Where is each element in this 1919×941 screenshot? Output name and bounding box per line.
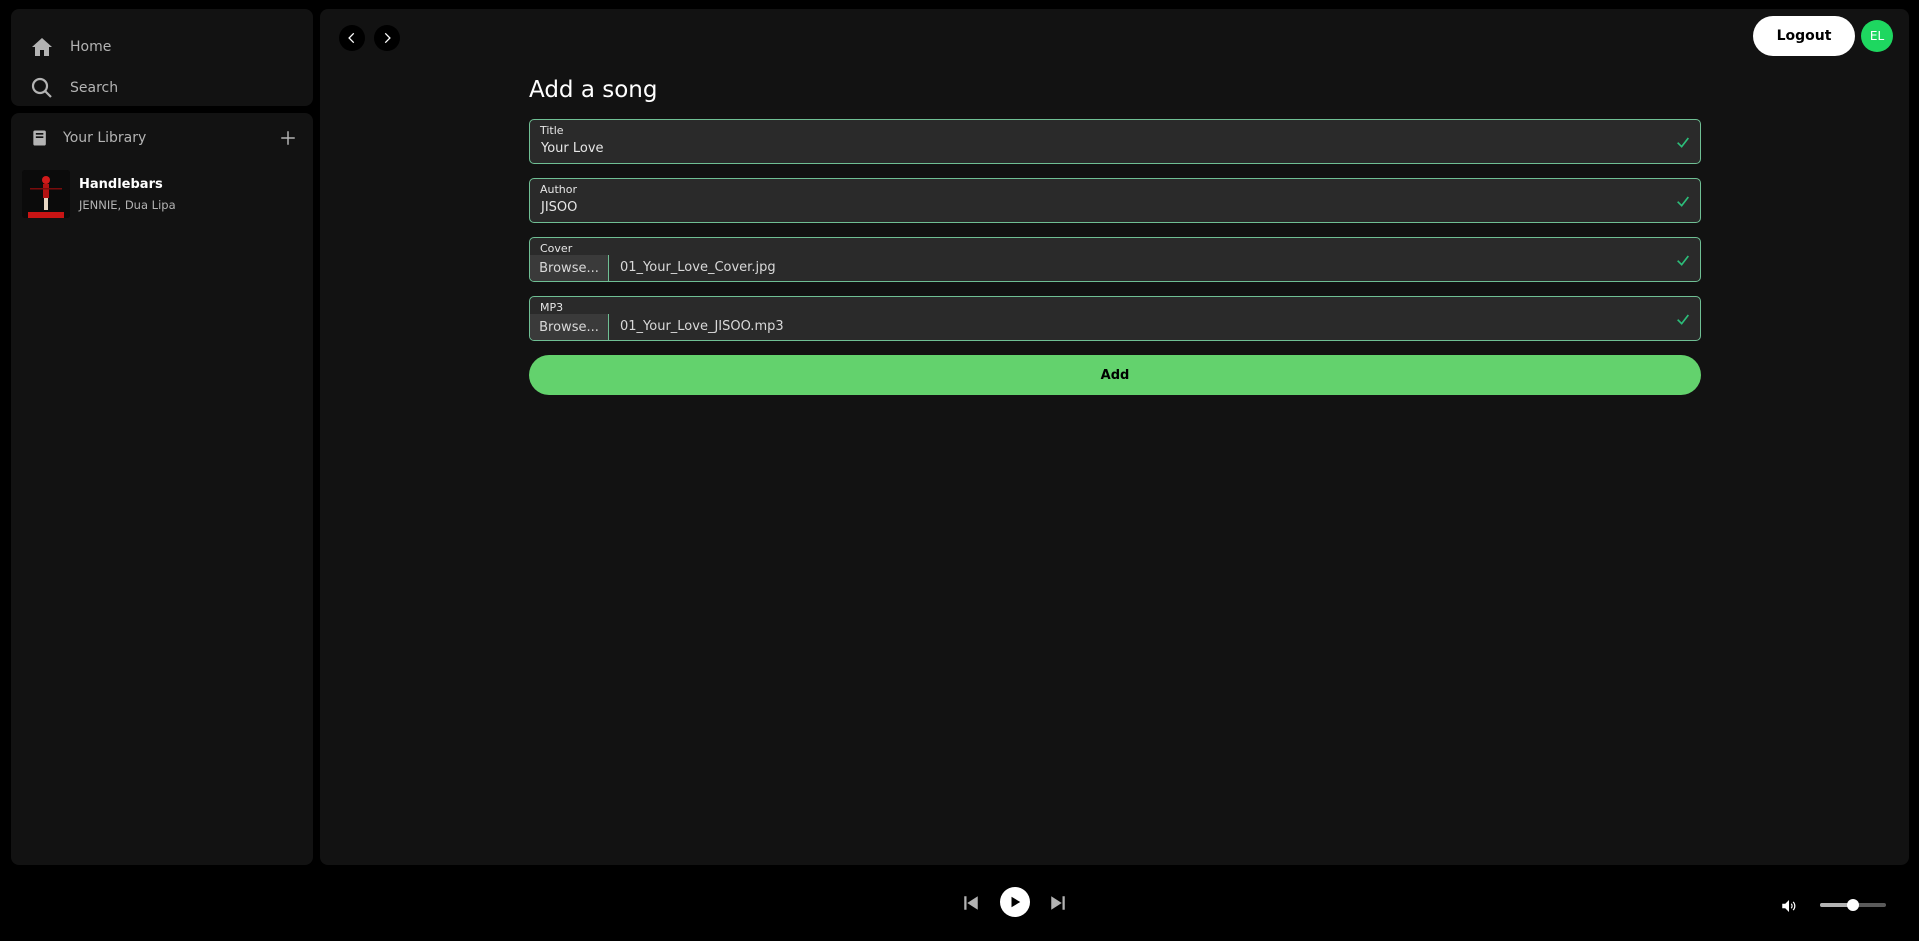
volume-slider[interactable] <box>1820 899 1886 911</box>
list-item-text: Handlebars JENNIE, Dua Lipa <box>79 177 176 212</box>
check-icon <box>1675 311 1691 327</box>
check-icon <box>1675 134 1691 150</box>
sidebar-nav: Home Search <box>11 9 313 106</box>
play-icon <box>1011 896 1021 908</box>
volume-icon[interactable] <box>1780 897 1798 915</box>
chevron-right-icon <box>384 32 391 44</box>
next-button[interactable] <box>1049 894 1067 912</box>
list-item[interactable]: Handlebars JENNIE, Dua Lipa <box>22 168 313 220</box>
title-field-label: Title <box>540 124 564 137</box>
search-icon <box>31 77 52 98</box>
song-name: Handlebars <box>79 176 163 192</box>
avatar[interactable]: EL <box>1861 20 1893 52</box>
cover-file-name: 01_Your_Love_Cover.jpg <box>620 260 776 275</box>
author-field[interactable]: Author JISOO <box>529 178 1701 223</box>
library-title-label: Your Library <box>63 130 147 146</box>
title-field-value: Your Love <box>541 141 604 156</box>
mp3-browse-button[interactable]: Browse... <box>530 314 609 340</box>
cover-field-label: Cover <box>540 242 573 255</box>
skip-back-icon <box>964 896 978 910</box>
cover-file-field[interactable]: Cover Browse... 01_Your_Love_Cover.jpg <box>529 237 1701 282</box>
sidebar-item-search[interactable]: Search <box>11 67 313 108</box>
cover-browse-button[interactable]: Browse... <box>530 255 609 281</box>
back-button[interactable] <box>339 25 365 51</box>
app-root: Home Search Your Library Handlebars JENN… <box>0 0 1919 941</box>
song-artists: JENNIE, Dua Lipa <box>79 197 176 212</box>
add-button[interactable]: Add <box>529 355 1701 395</box>
sidebar-item-label: Search <box>70 79 119 96</box>
forward-button[interactable] <box>374 25 400 51</box>
library-header: Your Library <box>11 117 313 159</box>
chevron-left-icon <box>348 32 355 44</box>
logout-button[interactable]: Logout <box>1753 16 1855 56</box>
player-bar <box>0 870 1919 941</box>
title-field[interactable]: Title Your Love <box>529 119 1701 164</box>
previous-button[interactable] <box>962 894 980 912</box>
mp3-field-label: MP3 <box>540 301 564 314</box>
library-panel: Your Library Handlebars JENNIE, Dua Lipa <box>11 113 313 865</box>
page-title: Add a song <box>529 77 658 103</box>
album-cover <box>22 170 70 218</box>
library-icon <box>33 130 46 146</box>
history-nav <box>339 25 400 51</box>
mp3-file-field[interactable]: MP3 Browse... 01_Your_Love_JISOO.mp3 <box>529 296 1701 341</box>
check-icon <box>1675 252 1691 268</box>
play-button[interactable] <box>1000 887 1030 917</box>
volume-knob[interactable] <box>1847 899 1859 911</box>
mp3-file-name: 01_Your_Love_JISOO.mp3 <box>620 319 784 334</box>
author-field-label: Author <box>540 183 578 196</box>
plus-icon <box>281 131 295 145</box>
home-icon <box>32 37 52 56</box>
skip-forward-icon <box>1051 896 1065 910</box>
check-icon <box>1675 193 1691 209</box>
author-field-value: JISOO <box>541 200 578 215</box>
add-library-button[interactable] <box>277 127 299 149</box>
sidebar-item-label: Home <box>70 38 112 55</box>
library-title[interactable]: Your Library <box>30 128 146 148</box>
main-panel: Logout EL Add a song Title Your Love Aut… <box>320 9 1909 865</box>
sidebar-item-home[interactable]: Home <box>11 26 313 67</box>
